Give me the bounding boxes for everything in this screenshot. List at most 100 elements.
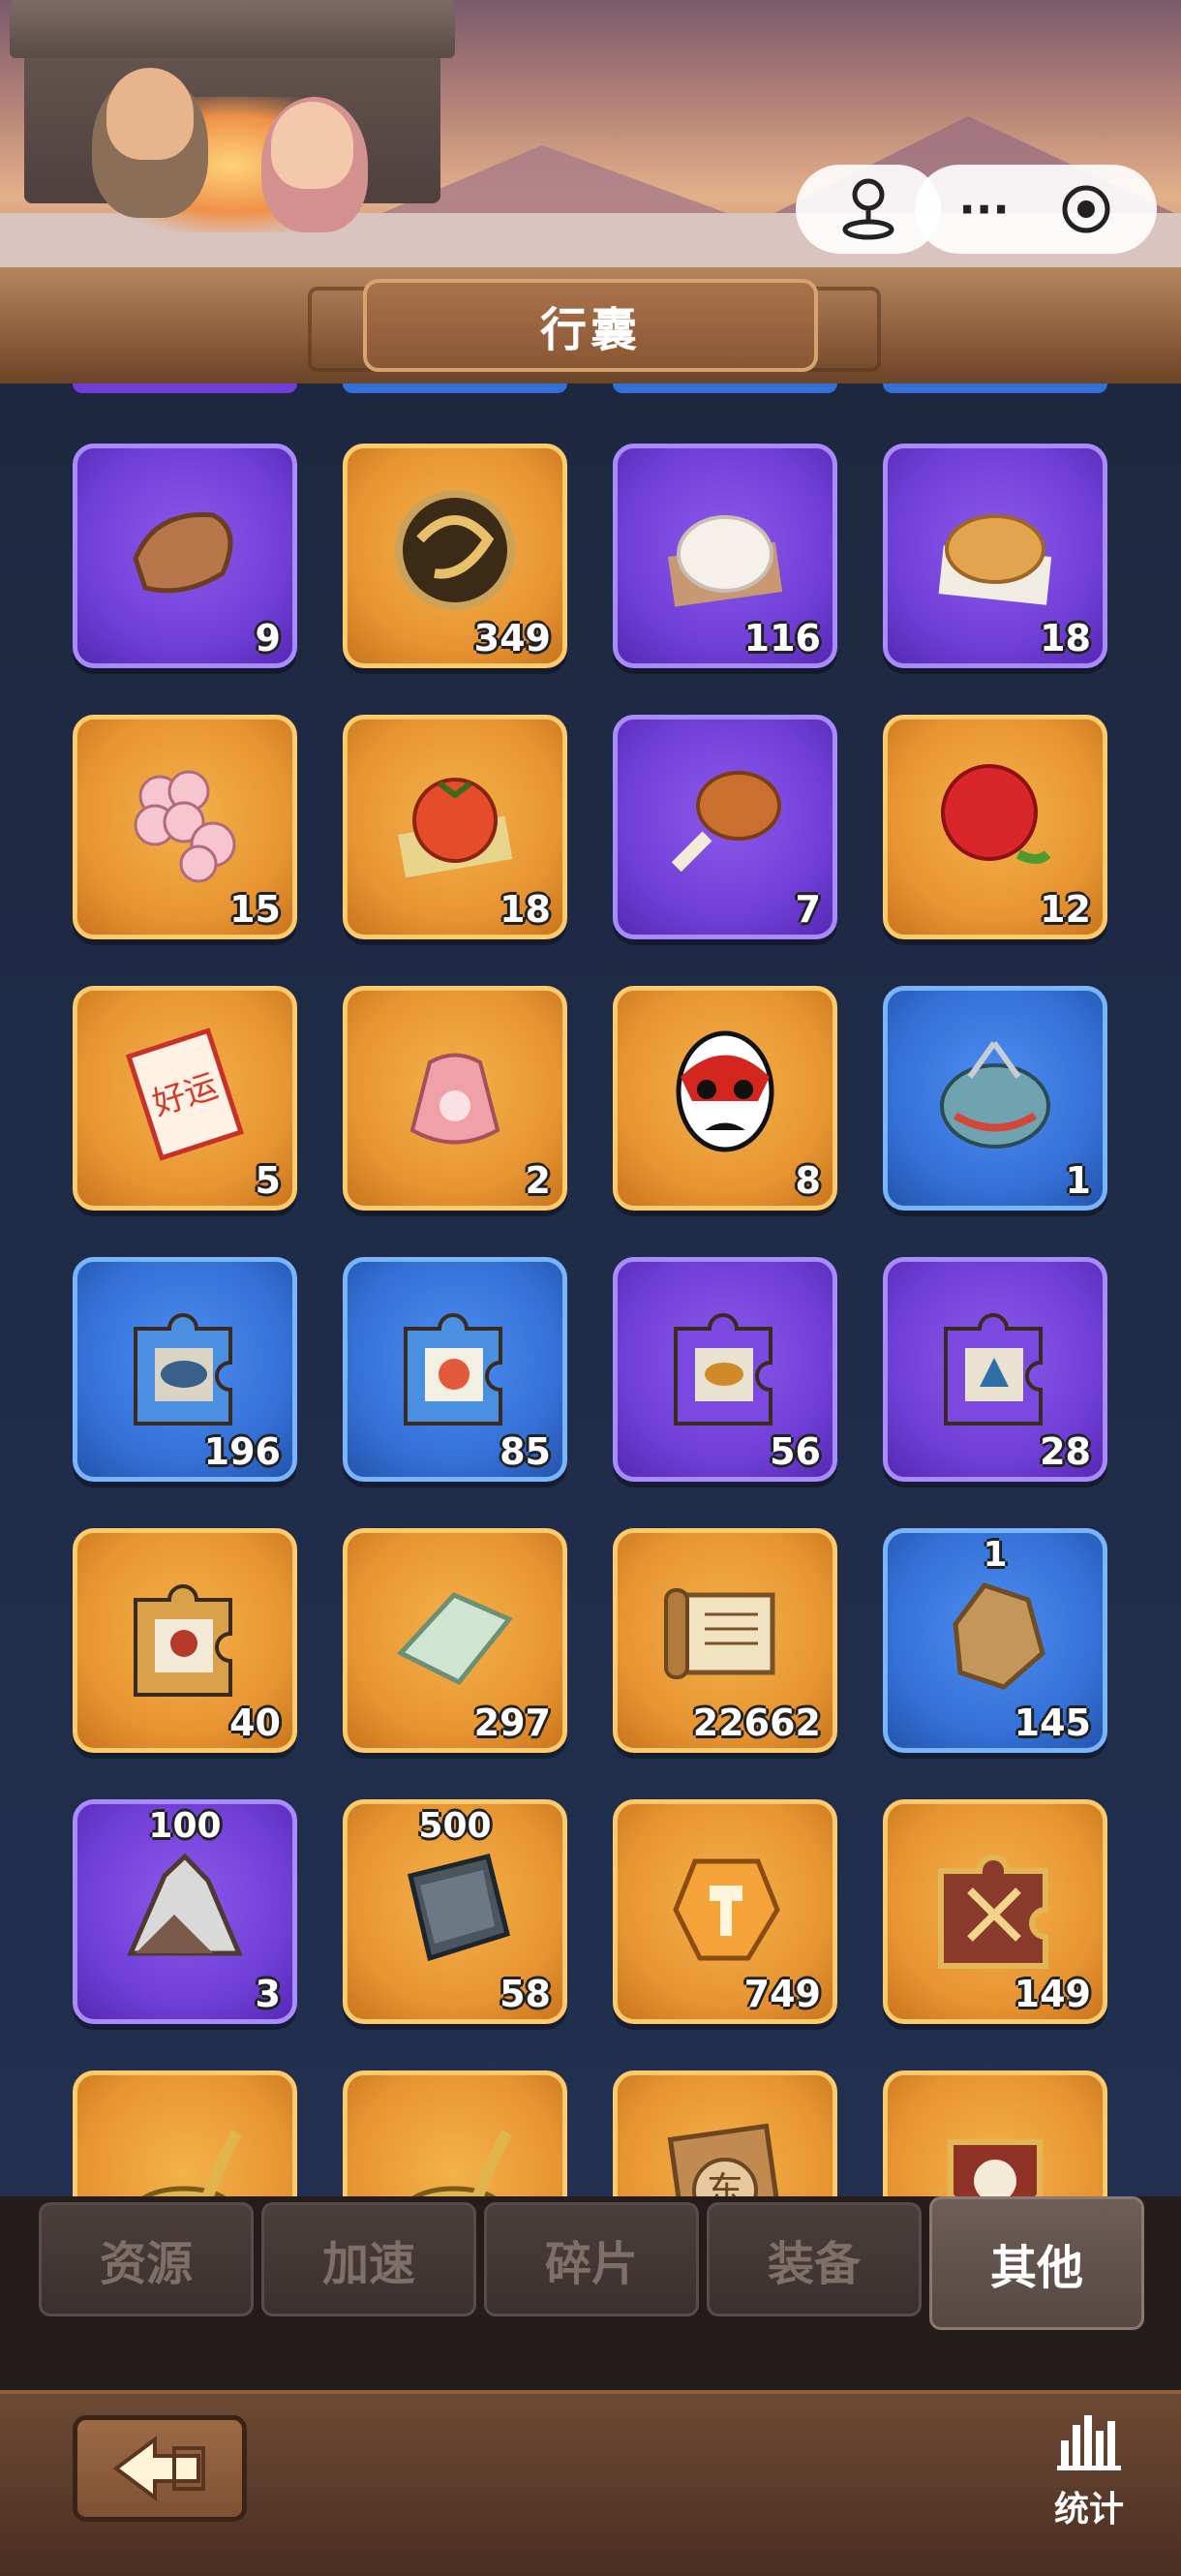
stats-label: 统计 <box>1053 2490 1124 2530</box>
bottom-bar: 统计 <box>0 2390 1181 2576</box>
item-tile-peek[interactable] <box>613 383 837 393</box>
item-tile-cloud-badge[interactable] <box>883 2070 1107 2196</box>
joystick-icon <box>842 178 894 240</box>
item-tile-peacock-puzzle[interactable]: 28 <box>883 1257 1107 1482</box>
item-count: 12 <box>1040 888 1091 931</box>
category-tabs: 资源 加速 碎片 装备 其他 <box>0 2196 1181 2390</box>
item-count: 3 <box>255 1973 281 2015</box>
gold-spoon-icon <box>116 2108 254 2196</box>
item-tile-rock-ore[interactable]: 1 145 <box>883 1528 1107 1753</box>
good-luck-envelope-icon: 好运 <box>116 1024 254 1161</box>
item-count: 2 <box>525 1159 551 1202</box>
item-tile-gold-spoon-2[interactable] <box>343 2070 567 2196</box>
item-tile-crossed-swords-puzzle[interactable]: 149 <box>883 1799 1107 2024</box>
gate-roof-art <box>10 0 455 58</box>
pastry-cake-icon <box>926 481 1064 619</box>
item-count: 145 <box>1014 1702 1091 1744</box>
item-tile-bird-puzzle[interactable]: 85 <box>343 1257 567 1482</box>
dough-scrap-icon <box>116 481 254 619</box>
crossed-swords-puzzle-icon <box>926 1837 1064 1975</box>
item-count: 9 <box>255 617 281 659</box>
item-count: 8 <box>795 1159 821 1202</box>
item-tile-opera-mask[interactable]: 8 <box>613 986 837 1211</box>
gold-spoon-2-icon <box>386 2108 524 2196</box>
scroll-book-icon <box>656 1566 794 1703</box>
item-count: 15 <box>229 888 281 931</box>
item-tile-painting-puzzle[interactable]: 40 <box>73 1528 297 1753</box>
hammer-crystal-icon <box>656 1837 794 1975</box>
rock-ore-icon <box>926 1566 1064 1703</box>
item-count: 116 <box>743 617 821 659</box>
item-level-label: 100 <box>148 1806 222 1846</box>
steamed-bun-icon <box>656 481 794 619</box>
item-count: 22662 <box>692 1702 821 1744</box>
item-count: 1 <box>1065 1159 1091 1202</box>
item-tile-peek[interactable] <box>343 383 567 393</box>
item-tile-peek[interactable] <box>883 383 1107 393</box>
item-tile-iron-plate[interactable]: 500 58 <box>343 1799 567 2024</box>
item-tile-plum-blossom[interactable]: 15 <box>73 715 297 939</box>
item-tile-persimmon[interactable]: 18 <box>343 715 567 939</box>
page-title: 行囊 <box>539 303 641 357</box>
item-level-label: 1 <box>983 1535 1008 1575</box>
item-tile-gold-spoon[interactable] <box>73 2070 297 2196</box>
miniprogram-capsule: ··· <box>915 165 1157 254</box>
item-count: 7 <box>795 888 821 931</box>
item-count: 40 <box>229 1702 281 1744</box>
opera-mask-icon <box>656 1024 794 1161</box>
item-tile-jade-slab[interactable]: 297 <box>343 1528 567 1753</box>
title-bar: 行囊 <box>0 267 1181 383</box>
sewing-bag-icon <box>926 1024 1064 1161</box>
man-head <box>106 68 194 160</box>
item-tile-pink-pouch[interactable]: 2 <box>343 986 567 1211</box>
item-tile-kite-fish-puzzle[interactable]: 196 <box>73 1257 297 1482</box>
chicken-leg-icon <box>656 752 794 890</box>
item-tile-scroll-book[interactable]: 22662 <box>613 1528 837 1753</box>
tab-3[interactable]: 装备 <box>707 2202 922 2316</box>
iron-plate-icon <box>386 1837 524 1975</box>
item-tile-good-luck-envelope[interactable]: 好运 5 <box>73 986 297 1211</box>
item-tile-steamed-bun[interactable]: 116 <box>613 444 837 668</box>
item-count: 5 <box>255 1159 281 1202</box>
record-target-icon[interactable] <box>1059 182 1113 236</box>
more-dots-icon[interactable]: ··· <box>958 183 1009 235</box>
item-count: 749 <box>743 1973 821 2015</box>
silver-mountain-ore-icon <box>116 1837 254 1975</box>
inventory-grid[interactable]: 9 349 116 18 15 18 7 12 好运 5 2 8 1 196 85 56 28 40 297 2266… <box>0 383 1181 2196</box>
item-tile-goldfish-puzzle[interactable]: 56 <box>613 1257 837 1482</box>
persimmon-icon <box>386 752 524 890</box>
item-tile-rose[interactable]: 12 <box>883 715 1107 939</box>
cloud-badge-icon <box>926 2108 1064 2196</box>
kite-fish-puzzle-icon <box>116 1295 254 1432</box>
item-tile-chicken-leg[interactable]: 7 <box>613 715 837 939</box>
gold-dragon-orb-icon <box>386 481 524 619</box>
item-count: 18 <box>500 888 551 931</box>
item-tile-gold-dragon-orb[interactable]: 349 <box>343 444 567 668</box>
item-tile-east-token[interactable]: 东 <box>613 2070 837 2196</box>
item-count: 297 <box>473 1702 551 1744</box>
tab-2[interactable]: 碎片 <box>484 2202 699 2316</box>
back-arrow-icon <box>112 2436 205 2501</box>
item-tile-sewing-bag[interactable]: 1 <box>883 986 1107 1211</box>
item-tile-peek[interactable] <box>73 383 297 393</box>
jade-slab-icon <box>386 1566 524 1703</box>
bar-chart-icon <box>1057 2415 1121 2470</box>
stats-button[interactable]: 统计 <box>1041 2411 1137 2537</box>
item-tile-silver-mountain-ore[interactable]: 100 3 <box>73 1799 297 2024</box>
title-plate: 行囊 <box>363 279 818 372</box>
item-tile-dough-scrap[interactable]: 9 <box>73 444 297 668</box>
item-count: 28 <box>1040 1430 1091 1473</box>
pink-pouch-icon <box>386 1024 524 1161</box>
item-tile-pastry-cake[interactable]: 18 <box>883 444 1107 668</box>
svg-text:东: 东 <box>707 2169 743 2196</box>
item-tile-hammer-crystal[interactable]: 749 <box>613 1799 837 2024</box>
back-button[interactable] <box>73 2415 247 2522</box>
tab-4[interactable]: 其他 <box>929 2196 1144 2330</box>
item-count: 85 <box>500 1430 551 1473</box>
item-count: 149 <box>1014 1973 1091 2015</box>
girl-head <box>271 102 353 189</box>
painting-puzzle-icon <box>116 1566 254 1703</box>
goldfish-puzzle-icon <box>656 1295 794 1432</box>
tab-0[interactable]: 资源 <box>39 2202 254 2316</box>
tab-1[interactable]: 加速 <box>261 2202 476 2316</box>
